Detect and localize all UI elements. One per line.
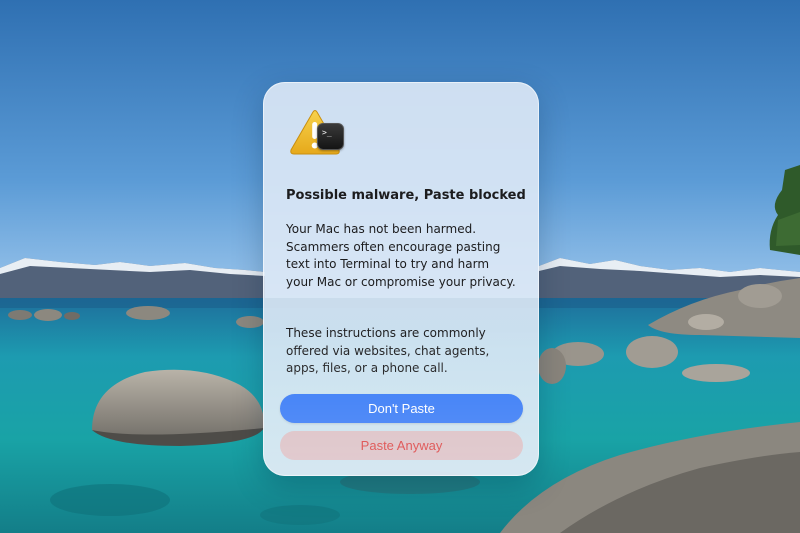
terminal-app-icon: >_ [317, 123, 344, 150]
dialog-message-secondary: These instructions are commonly offered … [286, 326, 490, 376]
paste-anyway-button[interactable]: Paste Anyway [280, 431, 523, 460]
malware-alert-dialog: >_ Possible malware, Paste blocked Your … [263, 82, 539, 476]
dialog-message-primary: Your Mac has not been harmed. Scammers o… [286, 222, 516, 289]
dialog-title: Possible malware, Paste blocked [286, 188, 526, 203]
alert-icon-group: >_ [287, 108, 351, 155]
dont-paste-button[interactable]: Don't Paste [280, 394, 523, 423]
